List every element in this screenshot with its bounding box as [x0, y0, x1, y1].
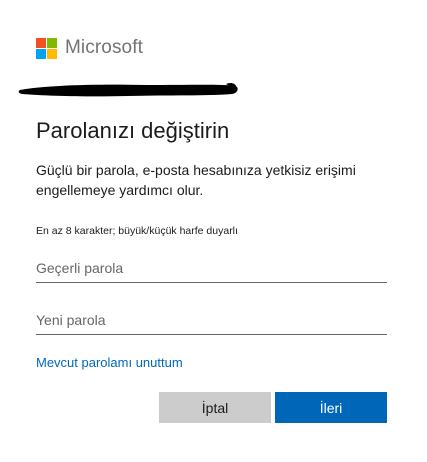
logo-square-green [47, 37, 57, 48]
current-password-input[interactable] [36, 254, 387, 283]
microsoft-logo-icon [36, 37, 57, 59]
logo-square-blue [36, 48, 46, 59]
logo-square-yellow [47, 48, 57, 59]
redacted-account-email [18, 82, 238, 97]
page-title: Parolanızı değiştirin [36, 118, 230, 143]
logo-square-red [36, 37, 46, 48]
page-description: Güçlü bir parola, e-posta hesabınıza yet… [36, 162, 356, 198]
forgot-password-link[interactable]: Mevcut parolamı unuttum [36, 355, 183, 370]
next-button[interactable]: İleri [275, 392, 387, 423]
brand-header: Microsoft [36, 37, 143, 59]
password-requirements-hint: En az 8 karakter; büyük/küçük harfe duya… [36, 225, 238, 237]
cancel-button[interactable]: İptal [159, 392, 271, 423]
new-password-input[interactable] [36, 306, 387, 335]
microsoft-wordmark: Microsoft [65, 37, 143, 58]
